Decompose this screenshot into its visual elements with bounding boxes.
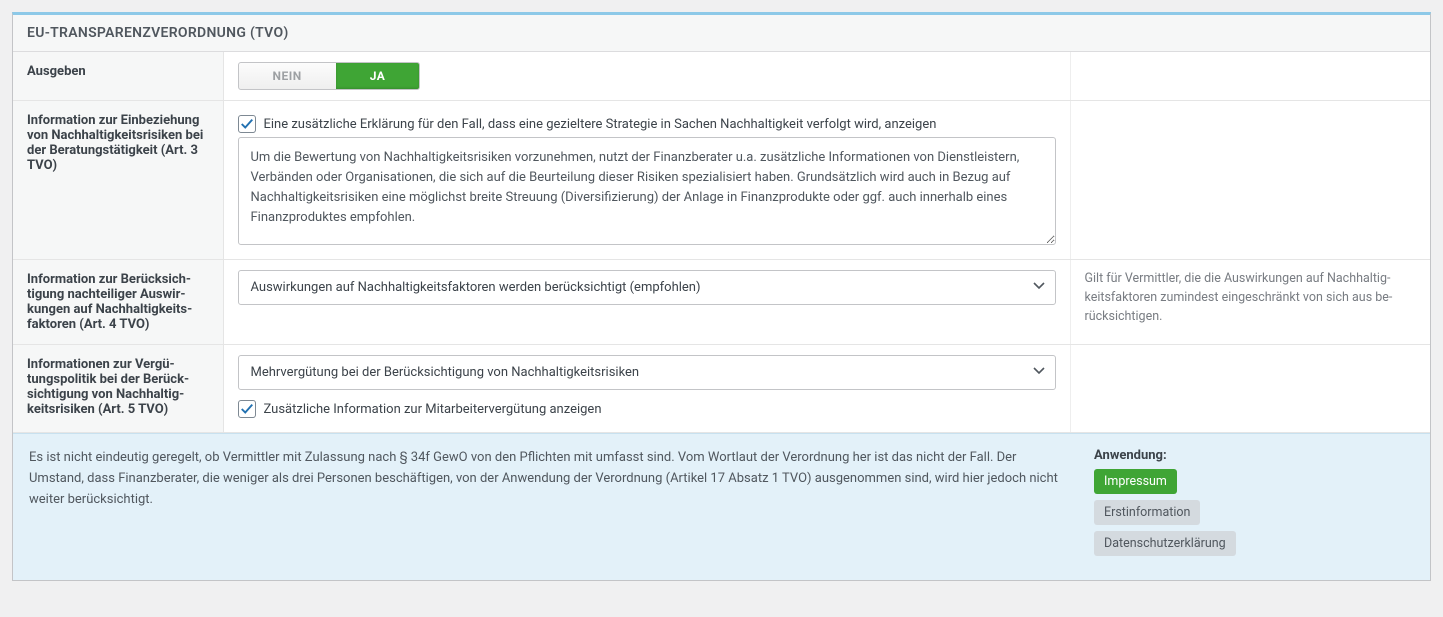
row-art3-help — [1070, 101, 1430, 260]
art3-checkbox[interactable] — [238, 115, 256, 133]
row-output-control: NEIN JA — [223, 52, 1070, 101]
row-art4-label: Information zur Berücksich­tigung nachte… — [13, 260, 223, 345]
art4-select[interactable]: Auswirkungen auf Nachhaltigkeitsfaktoren… — [238, 270, 1056, 305]
app-badge-erstinformation[interactable]: Erstinformation — [1094, 500, 1200, 525]
footer-apps-title: Anwendung: — [1094, 448, 1414, 463]
row-art4-control: Auswirkungen auf Nachhaltigkeitsfaktoren… — [223, 260, 1070, 345]
app-badge-impressum[interactable]: Impressum — [1094, 469, 1177, 494]
art5-checkbox-row: Zusätzliche Information zur Mitarbeiterv… — [238, 400, 1056, 418]
panel-footer: Es ist nicht eindeutig geregelt, ob Verm… — [13, 433, 1430, 580]
check-icon — [240, 402, 254, 416]
art3-textarea[interactable] — [238, 137, 1056, 245]
art5-checkbox-label: Zusätzliche Information zur Mitarbeiterv… — [264, 402, 602, 417]
app-badge-datenschutz[interactable]: Datenschutzerklärung — [1094, 531, 1236, 556]
art5-select-value: Mehrvergütung bei der Berücksichtigung v… — [251, 365, 640, 380]
art3-checkbox-label: Eine zusätzliche Erklärung für den Fall,… — [264, 117, 937, 132]
row-art4-help: Gilt für Vermittler, die die Auswirkunge… — [1070, 260, 1430, 345]
art3-checkbox-row: Eine zusätzliche Erklärung für den Fall,… — [238, 115, 1056, 133]
output-toggle-no[interactable]: NEIN — [239, 63, 336, 89]
art5-select[interactable]: Mehrvergütung bei der Berücksichtigung v… — [238, 355, 1056, 390]
row-art5-help — [1070, 345, 1430, 433]
chevron-down-icon — [1033, 365, 1045, 381]
row-art5-control: Mehrvergütung bei der Berücksichtigung v… — [223, 345, 1070, 433]
panel-header: EU-Transparenzverordnung (TVO) — [13, 15, 1430, 52]
form-table: Ausgeben NEIN JA Information zur Einbezi… — [13, 52, 1430, 433]
output-toggle-yes[interactable]: JA — [336, 63, 420, 89]
tvo-panel: EU-Transparenzverordnung (TVO) Ausgeben … — [12, 12, 1431, 581]
check-icon — [240, 117, 254, 131]
art4-select-value: Auswirkungen auf Nachhaltigkeitsfaktoren… — [251, 280, 701, 295]
output-toggle[interactable]: NEIN JA — [238, 62, 421, 90]
footer-note: Es ist nicht eindeutig geregelt, ob Verm… — [29, 448, 1066, 562]
row-output-label: Ausgeben — [13, 52, 223, 101]
row-art3-control: Eine zusätzliche Erklärung für den Fall,… — [223, 101, 1070, 260]
footer-apps: Anwendung: Impressum Erstinformation Dat… — [1094, 448, 1414, 562]
row-output-help — [1070, 52, 1430, 101]
chevron-down-icon — [1033, 280, 1045, 296]
row-art5-label: Informationen zur Vergü­tungspolitik bei… — [13, 345, 223, 433]
art5-checkbox[interactable] — [238, 400, 256, 418]
row-art3-label: Information zur Einbeziehung von Nachhal… — [13, 101, 223, 260]
